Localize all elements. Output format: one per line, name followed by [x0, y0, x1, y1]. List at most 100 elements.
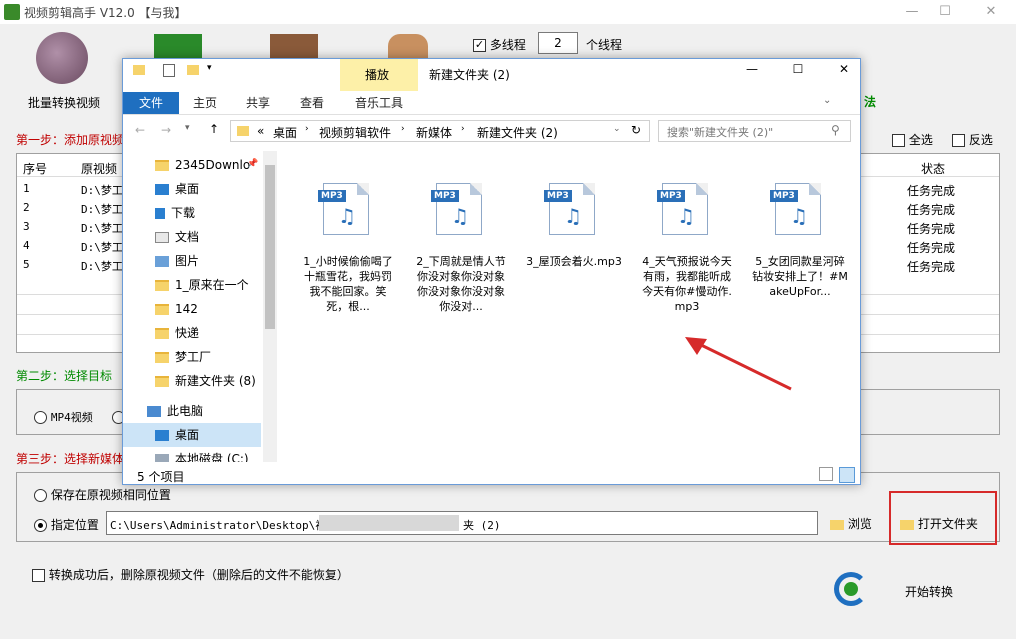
file-tile[interactable]: MP3 ♫ 5_女团同款星河碎钻妆安排上了！#MakeUpFor... [751, 159, 849, 323]
nav-item[interactable]: 桌面 [123, 177, 261, 201]
address-bar[interactable]: « 桌面 › 视频剪辑软件 › 新媒体 › 新建文件夹 (2) ⌄ ↻ [230, 120, 650, 142]
file-tile[interactable]: MP3 ♫ 4_天气预报说今天有雨，我都能听成今天有你#慢动作.mp3 [638, 159, 736, 323]
forward-button[interactable]: → [161, 123, 171, 137]
breadcrumb-video-software[interactable]: 视频剪辑软件 [319, 124, 391, 141]
ribbon-expand-icon[interactable]: ⌄ [823, 95, 831, 106]
start-convert-button[interactable]: 开始转换 [905, 583, 953, 600]
address-dropdown-icon[interactable]: ⌄ [613, 124, 621, 134]
folder-icon [155, 376, 169, 387]
refresh-icon[interactable]: ↻ [631, 123, 641, 137]
details-view-icon[interactable] [819, 467, 833, 481]
convert-center-icon [844, 582, 858, 596]
file-tile[interactable]: MP3 ♫ 2_下周就是情人节你没对象你没对象你没对象你没对象你没对... [412, 159, 510, 323]
col-header-source[interactable]: 原视频 [81, 160, 117, 177]
thread-count-input[interactable]: 2 [538, 32, 578, 54]
quick-access-dropdown-icon[interactable]: ▾ [207, 63, 212, 73]
invert-select-checkbox[interactable] [952, 134, 965, 147]
nav-item[interactable]: 图片 [123, 249, 261, 273]
nav-item[interactable]: 2345Downlo [123, 153, 261, 177]
app-title: 视频剪辑高手 V12.0 【与我】 [24, 6, 187, 20]
context-tab-play[interactable]: 播放 [365, 66, 389, 83]
breadcrumb-desktop[interactable]: 桌面 [273, 124, 297, 141]
tab-home[interactable]: 主页 [179, 92, 231, 114]
nav-item-label: 梦工厂 [175, 350, 212, 364]
breadcrumb-overflow[interactable]: « [257, 124, 264, 138]
nav-scrollbar-thumb[interactable] [265, 165, 275, 329]
browse-button[interactable]: 浏览 [830, 515, 872, 532]
close-button[interactable]: ✕ [976, 2, 1006, 22]
select-all-option[interactable]: 全选 [892, 131, 933, 148]
breadcrumb-new-folder[interactable]: 新建文件夹 (2) [477, 124, 558, 141]
format-mp4-radio[interactable] [34, 411, 47, 424]
large-icons-view-icon[interactable] [839, 467, 855, 483]
file-explorer-window[interactable]: ▾ 播放 新建文件夹 (2) — ☐ ✕ 文件 主页 共享 查看 音乐工具 ⌄ … [122, 58, 861, 485]
delete-after-checkbox[interactable] [32, 569, 45, 582]
select-all-checkbox[interactable] [892, 134, 905, 147]
open-folder-button[interactable]: 打开文件夹 [900, 515, 978, 532]
col-header-status[interactable]: 状态 [921, 160, 945, 177]
explorer-maximize-button[interactable]: ☐ [783, 62, 813, 82]
save-same-label: 保存在原视频相同位置 [50, 488, 171, 502]
specify-location-radio[interactable] [34, 519, 47, 532]
save-same-option[interactable]: 保存在原视频相同位置 [34, 486, 171, 503]
nav-item-label: 2345Downlo [175, 158, 251, 172]
nav-item-label: 文档 [175, 230, 200, 244]
nav-item[interactable]: 新建文件夹 (8) [123, 369, 261, 393]
format-mp4-label: MP4视频 [50, 411, 93, 424]
explorer-close-button[interactable]: ✕ [829, 62, 859, 82]
format-mp4-option[interactable]: MP4视频 [34, 409, 93, 425]
new-folder-icon[interactable] [187, 65, 199, 75]
nav-item-label: 桌面 [175, 428, 200, 442]
tab-music-tools[interactable]: 音乐工具 [340, 92, 418, 114]
folder-icon [830, 519, 844, 530]
toolbar-icon-4[interactable] [388, 34, 428, 58]
nav-item[interactable]: 下载 [123, 201, 261, 225]
toolbar-icon-2[interactable] [154, 34, 202, 58]
row-status: 任务完成 [907, 222, 956, 236]
save-same-radio[interactable] [34, 489, 47, 502]
tab-share[interactable]: 共享 [231, 92, 285, 114]
browse-label: 浏览 [847, 517, 872, 531]
toolbar-icon-3[interactable] [270, 34, 318, 58]
nav-item[interactable]: 1_原来在一个 [123, 273, 261, 297]
breadcrumb-new-media[interactable]: 新媒体 [416, 124, 452, 141]
invert-select-option[interactable]: 反选 [952, 131, 993, 148]
minimize-button[interactable]: — [897, 2, 927, 22]
col-header-no[interactable]: 序号 [23, 160, 47, 177]
search-icon: ⚲ [831, 123, 840, 137]
tab-file[interactable]: 文件 [123, 92, 179, 114]
nav-item[interactable]: 快递 [123, 321, 261, 345]
back-button[interactable]: ← [135, 123, 145, 137]
mp3-file-icon: MP3 ♫ [657, 183, 708, 235]
recent-dropdown-icon[interactable]: ▾ [185, 123, 190, 133]
ribbon-divider [123, 114, 860, 115]
maximize-button[interactable]: ☐ [930, 2, 960, 22]
up-button[interactable]: ↑ [209, 122, 219, 136]
specify-location-option[interactable]: 指定位置 [34, 516, 99, 533]
nav-item[interactable]: 本地磁盘 (C:) [123, 447, 261, 462]
nav-item-label: 142 [175, 302, 198, 316]
file-tile[interactable]: MP3 ♫ 3_屋顶会着火.mp3 [525, 159, 623, 323]
multithread-checkbox[interactable]: ✓ [473, 39, 486, 52]
multithread-option[interactable]: ✓ 多线程 [473, 36, 526, 53]
tab-view[interactable]: 查看 [285, 92, 339, 114]
folder-icon [155, 160, 169, 171]
nav-item[interactable]: 142 [123, 297, 261, 321]
nav-item-label: 图片 [175, 254, 200, 268]
delete-after-option[interactable]: 转换成功后，删除原视频文件（删除后的文件不能恢复） [32, 566, 349, 583]
row-path: D:\梦工 [81, 260, 123, 273]
nav-item[interactable]: 文档 [123, 225, 261, 249]
search-box[interactable]: 搜索"新建文件夹 (2)" ⚲ [658, 120, 851, 142]
film-reel-icon[interactable] [36, 32, 88, 84]
file-tile[interactable]: MP3 ♫ 1_小时候偷偷喝了十瓶雪花，我妈罚我不能回家。笑死，根... [299, 159, 397, 323]
batch-convert-button[interactable]: 批量转换视频 [28, 94, 100, 111]
nav-item[interactable]: 梦工厂 [123, 345, 261, 369]
output-path-field[interactable]: C:\Users\Administrator\Desktop\视 夹 (2) [106, 511, 818, 535]
nav-item-label: 桌面 [175, 182, 200, 196]
row-path: D:\梦工 [81, 241, 123, 254]
navigation-pane[interactable]: 2345Downlo 桌面 下载 文档 图片 1_原来在一个 142 快递 梦工… [123, 151, 278, 462]
nav-item[interactable]: 此电脑 [123, 399, 261, 423]
explorer-minimize-button[interactable]: — [737, 62, 767, 82]
properties-icon[interactable] [163, 64, 175, 77]
nav-item[interactable]: 桌面 [123, 423, 261, 447]
